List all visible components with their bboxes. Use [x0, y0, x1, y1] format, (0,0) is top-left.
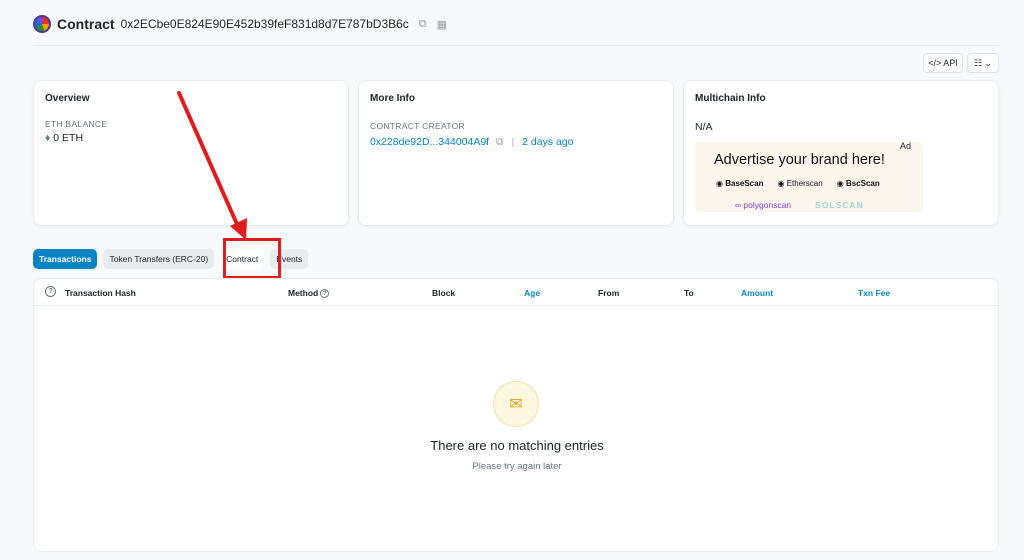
empty-state-subtitle: Please try again later — [472, 461, 562, 472]
transactions-table: ? Transaction Hash Method? Block Age Fro… — [33, 278, 999, 552]
empty-state-title: There are no matching entries — [430, 438, 604, 453]
column-method: Method? — [288, 288, 330, 299]
help-icon[interactable]: ? — [320, 289, 330, 299]
column-from: From — [598, 288, 620, 298]
help-icon[interactable]: ? — [45, 286, 56, 297]
column-block: Block — [432, 288, 456, 298]
column-txn-fee[interactable]: Txn Fee — [858, 288, 890, 298]
column-to: To — [684, 288, 694, 298]
column-transaction-hash: Transaction Hash — [65, 288, 136, 298]
table-header: ? Transaction Hash Method? Block Age Fro… — [34, 279, 998, 306]
column-amount[interactable]: Amount — [741, 288, 773, 298]
empty-inbox-icon: ✉ — [493, 381, 539, 427]
column-age[interactable]: Age — [524, 288, 540, 298]
